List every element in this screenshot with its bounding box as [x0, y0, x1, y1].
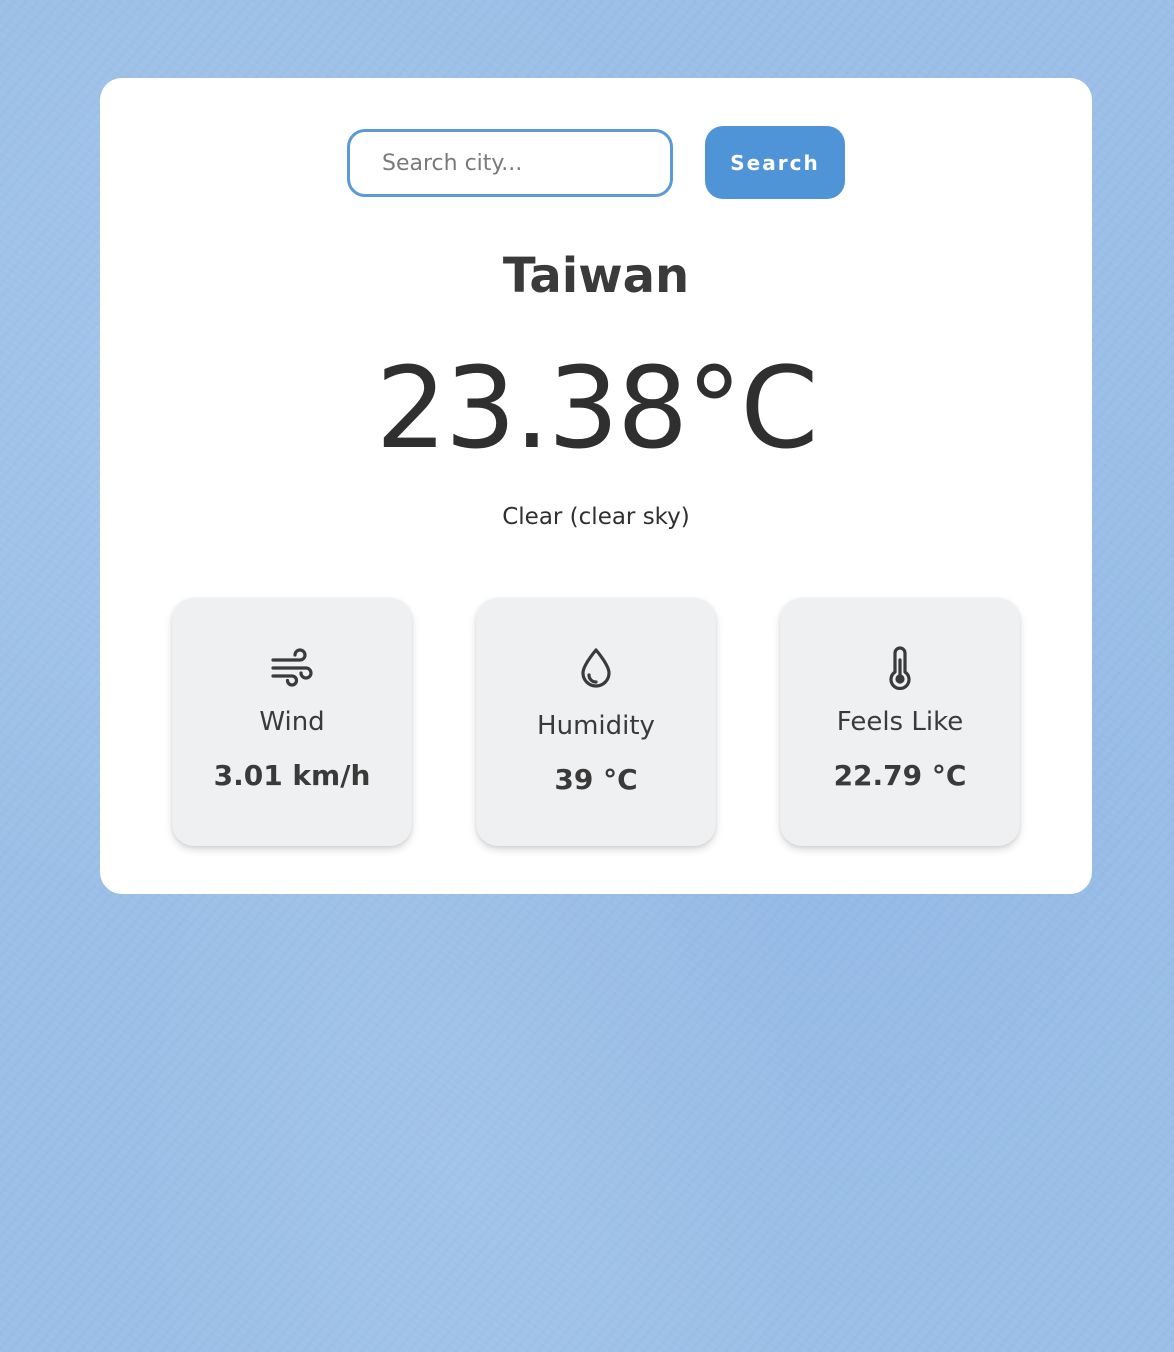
humidity-label: Humidity — [537, 711, 655, 741]
wind-icon — [172, 648, 412, 688]
weather-condition: Clear (clear sky) — [502, 504, 690, 530]
feels-like-label: Feels Like — [836, 707, 964, 737]
water-drop-icon — [476, 648, 716, 688]
wind-tile: Wind 3.01 km/h — [172, 598, 412, 846]
humidity-value: 39 °C — [554, 763, 638, 796]
feels-like-tile: Feels Like 22.79 °C — [780, 598, 1020, 846]
search-input[interactable] — [347, 129, 673, 197]
thermometer-icon — [780, 646, 1020, 690]
humidity-tile: Humidity 39 °C — [476, 598, 716, 846]
weather-card: Search Taiwan 23.38°C Clear (clear sky) … — [100, 78, 1092, 894]
wind-label: Wind — [259, 707, 325, 737]
city-name: Taiwan — [502, 248, 690, 304]
temperature-value: 23.38°C — [375, 344, 819, 474]
feels-like-value: 22.79 °C — [833, 759, 967, 792]
search-button[interactable]: Search — [705, 126, 845, 199]
wind-value: 3.01 km/h — [213, 759, 371, 792]
search-bar: Search — [100, 126, 1092, 200]
